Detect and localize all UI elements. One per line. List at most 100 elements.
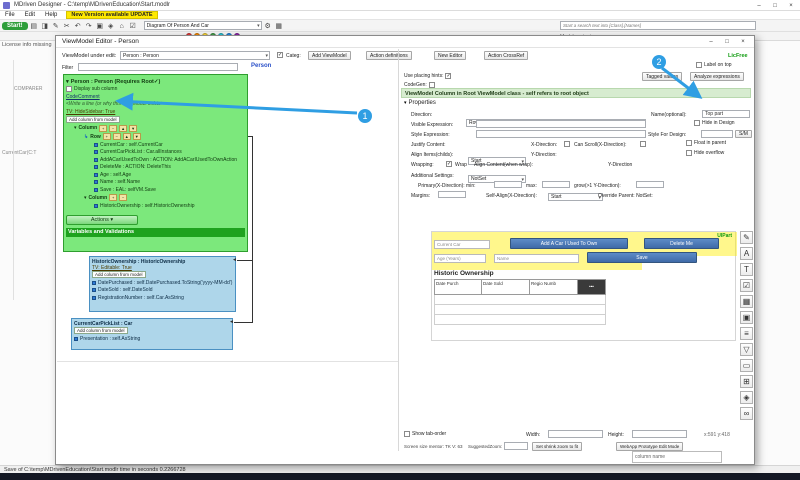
width-input[interactable] bbox=[548, 430, 603, 438]
label-on-top-checkbox[interactable] bbox=[696, 62, 702, 68]
add-column-from-model-button[interactable]: Add column from model bbox=[66, 116, 120, 123]
use-placing-hints-checkbox[interactable]: ✓ bbox=[445, 73, 451, 79]
undo-icon[interactable]: ↶ bbox=[73, 21, 83, 31]
chart-icon[interactable]: ◈ bbox=[740, 391, 753, 404]
new-editor-button[interactable]: New Editor bbox=[434, 51, 466, 60]
tree-item[interactable]: DateSold : self.DateSold bbox=[92, 287, 233, 293]
label-icon[interactable]: A bbox=[740, 247, 753, 260]
tagged-values-button[interactable]: Tagged values bbox=[642, 72, 682, 81]
float-in-parent-checkbox[interactable] bbox=[686, 140, 692, 146]
tree-item[interactable]: AddACarIUsedToOwn : ACTION: AddACarIUsed… bbox=[66, 157, 245, 163]
variables-section-header[interactable]: Variables and Validations bbox=[66, 228, 245, 237]
window-minimize-button[interactable]: – bbox=[752, 1, 766, 11]
column2-expander-icon[interactable]: ▾ bbox=[84, 195, 87, 201]
add-viewmodel-button[interactable]: Add ViewModel bbox=[308, 51, 351, 60]
tree-item[interactable]: CurrentCarPickList : Car.allInstances bbox=[66, 149, 245, 155]
style-sm-button[interactable]: S/M bbox=[735, 130, 752, 138]
dialog-minimize-button[interactable]: – bbox=[704, 37, 718, 47]
cut-icon[interactable]: ✂ bbox=[62, 21, 72, 31]
combo-icon[interactable]: ▽ bbox=[740, 343, 753, 356]
column-expander-icon[interactable]: ▾ bbox=[74, 125, 77, 131]
picklist-box[interactable]: CurrentCarPickList : Car Add column from… bbox=[71, 318, 233, 350]
column2-node-label[interactable]: Column bbox=[89, 195, 108, 201]
historic-ownership-box[interactable]: HistoricOwnership : HistoricOwnership TV… bbox=[89, 256, 236, 312]
actions-section-header[interactable]: Actions ▾ bbox=[66, 215, 138, 225]
link-icon[interactable]: ∞ bbox=[740, 407, 753, 420]
name-optional-input[interactable] bbox=[702, 110, 750, 118]
tree-root-header[interactable]: Person : Person (Requires Root✓) bbox=[71, 79, 161, 85]
x-direction-checkbox[interactable] bbox=[564, 141, 570, 147]
save-icon[interactable]: ◨ bbox=[40, 21, 50, 31]
window-maximize-button[interactable]: □ bbox=[768, 1, 782, 11]
home-icon[interactable]: ⌂ bbox=[117, 21, 127, 31]
tree-item[interactable]: Name : self.Name bbox=[66, 179, 245, 185]
tree-item[interactable]: DeleteMe : ACTION: DeleteThis bbox=[66, 164, 245, 170]
categ-checkbox[interactable]: ✓ bbox=[277, 52, 283, 58]
settings-icon[interactable]: ⚙ bbox=[263, 21, 273, 31]
class-icon[interactable]: ▣ bbox=[95, 21, 105, 31]
grid-icon[interactable]: ▦ bbox=[274, 21, 284, 31]
menu-file[interactable]: File bbox=[0, 12, 20, 18]
column-move-up-button[interactable]: ▲ bbox=[119, 125, 127, 132]
image-icon[interactable]: ▣ bbox=[740, 311, 753, 324]
visible-expression-input[interactable] bbox=[476, 120, 646, 128]
row-add-button[interactable]: + bbox=[103, 133, 111, 140]
table-header-cell[interactable]: Regio Numb bbox=[530, 279, 578, 295]
column2-add-button[interactable]: + bbox=[109, 194, 117, 201]
diagram-icon[interactable]: ◈ bbox=[106, 21, 116, 31]
grid-icon[interactable]: ⊞ bbox=[740, 375, 753, 388]
menu-edit[interactable]: Edit bbox=[20, 12, 40, 18]
shrink-zoom-button[interactable]: Set shrink zoom to fit bbox=[532, 442, 582, 451]
wrap-checkbox[interactable]: ✓ bbox=[446, 161, 452, 167]
max-input[interactable] bbox=[542, 181, 570, 188]
hide-overflow-checkbox[interactable] bbox=[686, 150, 692, 156]
style-for-design-input[interactable] bbox=[701, 130, 733, 138]
redo-icon[interactable]: ↷ bbox=[84, 21, 94, 31]
dialog-titlebar[interactable]: ViewModel Editor - Person – □ × bbox=[56, 36, 754, 48]
dialog-close-button[interactable]: × bbox=[736, 37, 750, 47]
edit-icon[interactable]: ✎ bbox=[740, 231, 753, 244]
add-car-button[interactable]: Add A Car I Used To Own bbox=[510, 238, 628, 249]
column-remove-button[interactable]: − bbox=[109, 125, 117, 132]
column-node-label[interactable]: Column bbox=[79, 125, 98, 131]
tv-hidesidebar[interactable]: TV: HideSidebar: True bbox=[66, 109, 115, 115]
dialog-maximize-button[interactable]: □ bbox=[720, 37, 734, 47]
tree-item[interactable]: Age : self.Age bbox=[66, 172, 245, 178]
row-move-down-button[interactable]: ▼ bbox=[133, 133, 141, 140]
update-banner[interactable]: New Version available UPDATE bbox=[66, 11, 157, 19]
grow-input[interactable] bbox=[636, 181, 664, 188]
row-remove-button[interactable]: − bbox=[113, 133, 121, 140]
primary-min-input[interactable] bbox=[494, 181, 522, 188]
checkbox-icon[interactable]: ☑ bbox=[740, 279, 753, 292]
comment-hint[interactable]: <Write a line (or why this ViewModel exi… bbox=[66, 101, 164, 107]
action-crossref-button[interactable]: Action CrossRef bbox=[484, 51, 528, 60]
suggested-zoom-input[interactable] bbox=[504, 442, 528, 450]
validate-icon[interactable]: ☑ bbox=[128, 21, 138, 31]
row-move-up-button[interactable]: ▲ bbox=[123, 133, 131, 140]
edit-icon[interactable]: ✎ bbox=[51, 21, 61, 31]
table-icon[interactable]: ▦ bbox=[740, 295, 753, 308]
tree-item[interactable]: HistoricOwnership : self.HistoricOwnersh… bbox=[66, 203, 245, 209]
open-icon[interactable]: ▤ bbox=[29, 21, 39, 31]
save-button[interactable]: Save bbox=[587, 252, 697, 263]
height-input[interactable] bbox=[632, 430, 687, 438]
filter-input[interactable] bbox=[78, 63, 238, 71]
row-node-label[interactable]: Row bbox=[90, 134, 101, 140]
table-row[interactable] bbox=[434, 295, 606, 305]
table-more-button[interactable]: ••• bbox=[578, 279, 606, 295]
list-icon[interactable]: ≡ bbox=[740, 327, 753, 340]
name-field[interactable]: Name bbox=[494, 254, 579, 263]
tree-expander-icon[interactable]: ▾ bbox=[66, 79, 69, 85]
analyze-expressions-button[interactable]: Analyze expressions bbox=[690, 72, 744, 81]
start-button[interactable]: Start! bbox=[2, 22, 28, 30]
properties-section-header[interactable]: ▾ Properties bbox=[404, 100, 436, 106]
tree-item[interactable]: CurrentCar : self.CurrentCar bbox=[66, 142, 245, 148]
column-add-button[interactable]: + bbox=[99, 125, 107, 132]
column2-remove-button[interactable]: − bbox=[119, 194, 127, 201]
tree-item[interactable]: Presentation : self.AsString bbox=[74, 336, 230, 342]
show-tab-order-checkbox[interactable] bbox=[404, 431, 410, 437]
tree-item[interactable]: DatePurchased : self.DatePurchased.ToStr… bbox=[92, 280, 233, 286]
age-field[interactable]: Age (Years) bbox=[434, 254, 486, 263]
margins-input[interactable] bbox=[438, 191, 466, 198]
align-content-combo[interactable]: Start bbox=[548, 193, 603, 201]
